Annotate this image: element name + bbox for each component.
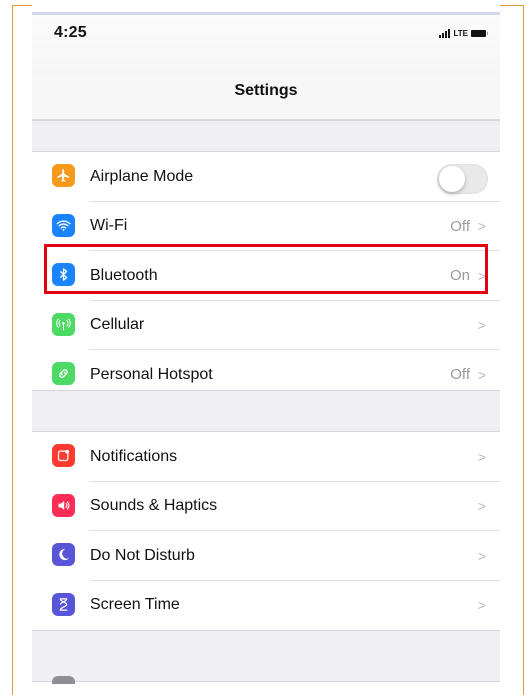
moon-icon	[52, 543, 75, 566]
settings-row-label: Wi-Fi	[90, 217, 128, 235]
phone-screen: 4:25 LTE Settings Airplane Mode Wi-Fi Of…	[32, 0, 500, 690]
settings-row-notifications[interactable]: Notifications >	[32, 432, 500, 482]
page-title: Settings	[234, 82, 298, 99]
toggle-knob	[439, 166, 465, 192]
settings-row-do-not-disturb[interactable]: Do Not Disturb >	[32, 531, 500, 581]
status-indicators: LTE	[439, 27, 488, 39]
cellular-icon	[52, 312, 75, 336]
signal-icon	[439, 28, 451, 38]
chevron-right-icon: >	[477, 448, 486, 465]
settings-row-sounds-haptics[interactable]: Sounds & Haptics >	[32, 482, 500, 531]
network-type: LTE	[453, 28, 468, 38]
section-gap	[32, 630, 500, 682]
sounds-icon	[52, 493, 75, 517]
chevron-right-icon: >	[477, 547, 486, 564]
settings-row-value: Off	[450, 217, 470, 235]
settings-row-screen-time[interactable]: Screen Time >	[32, 581, 500, 631]
settings-row-label: Cellular	[90, 316, 145, 334]
settings-row-label: Sounds & Haptics	[90, 497, 218, 515]
settings-row-label: Airplane Mode	[90, 167, 194, 185]
settings-row-label: Notifications	[90, 447, 178, 465]
hotspot-icon	[52, 362, 75, 385]
wifi-icon	[52, 213, 75, 237]
settings-row-label: Do Not Disturb	[90, 546, 195, 564]
partial-row-icon	[52, 676, 75, 684]
settings-row-cellular[interactable]: Cellular >	[32, 301, 500, 350]
section-gap	[32, 390, 500, 432]
settings-row-label: Personal Hotspot	[90, 365, 213, 383]
chevron-right-icon: >	[477, 218, 486, 235]
airplane-mode-toggle[interactable]	[437, 164, 488, 194]
chevron-right-icon: >	[477, 597, 486, 614]
hourglass-icon	[52, 592, 75, 616]
bluetooth-highlight-box	[44, 244, 488, 294]
notifications-icon	[52, 444, 75, 467]
chevron-right-icon: >	[477, 317, 486, 334]
airplane-icon	[52, 164, 75, 187]
status-time: 4:25	[54, 24, 87, 41]
section-gap	[32, 120, 500, 152]
settings-row-value: Off	[450, 366, 470, 384]
chevron-right-icon: >	[477, 498, 486, 515]
chevron-right-icon: >	[477, 366, 486, 383]
settings-group-notifications: Notifications > Sounds & Haptics > Do No…	[32, 432, 500, 630]
battery-icon	[471, 29, 488, 37]
status-bar	[32, 15, 500, 75]
settings-row-airplane-mode[interactable]: Airplane Mode	[32, 152, 500, 202]
settings-row-label: Screen Time	[90, 596, 180, 614]
